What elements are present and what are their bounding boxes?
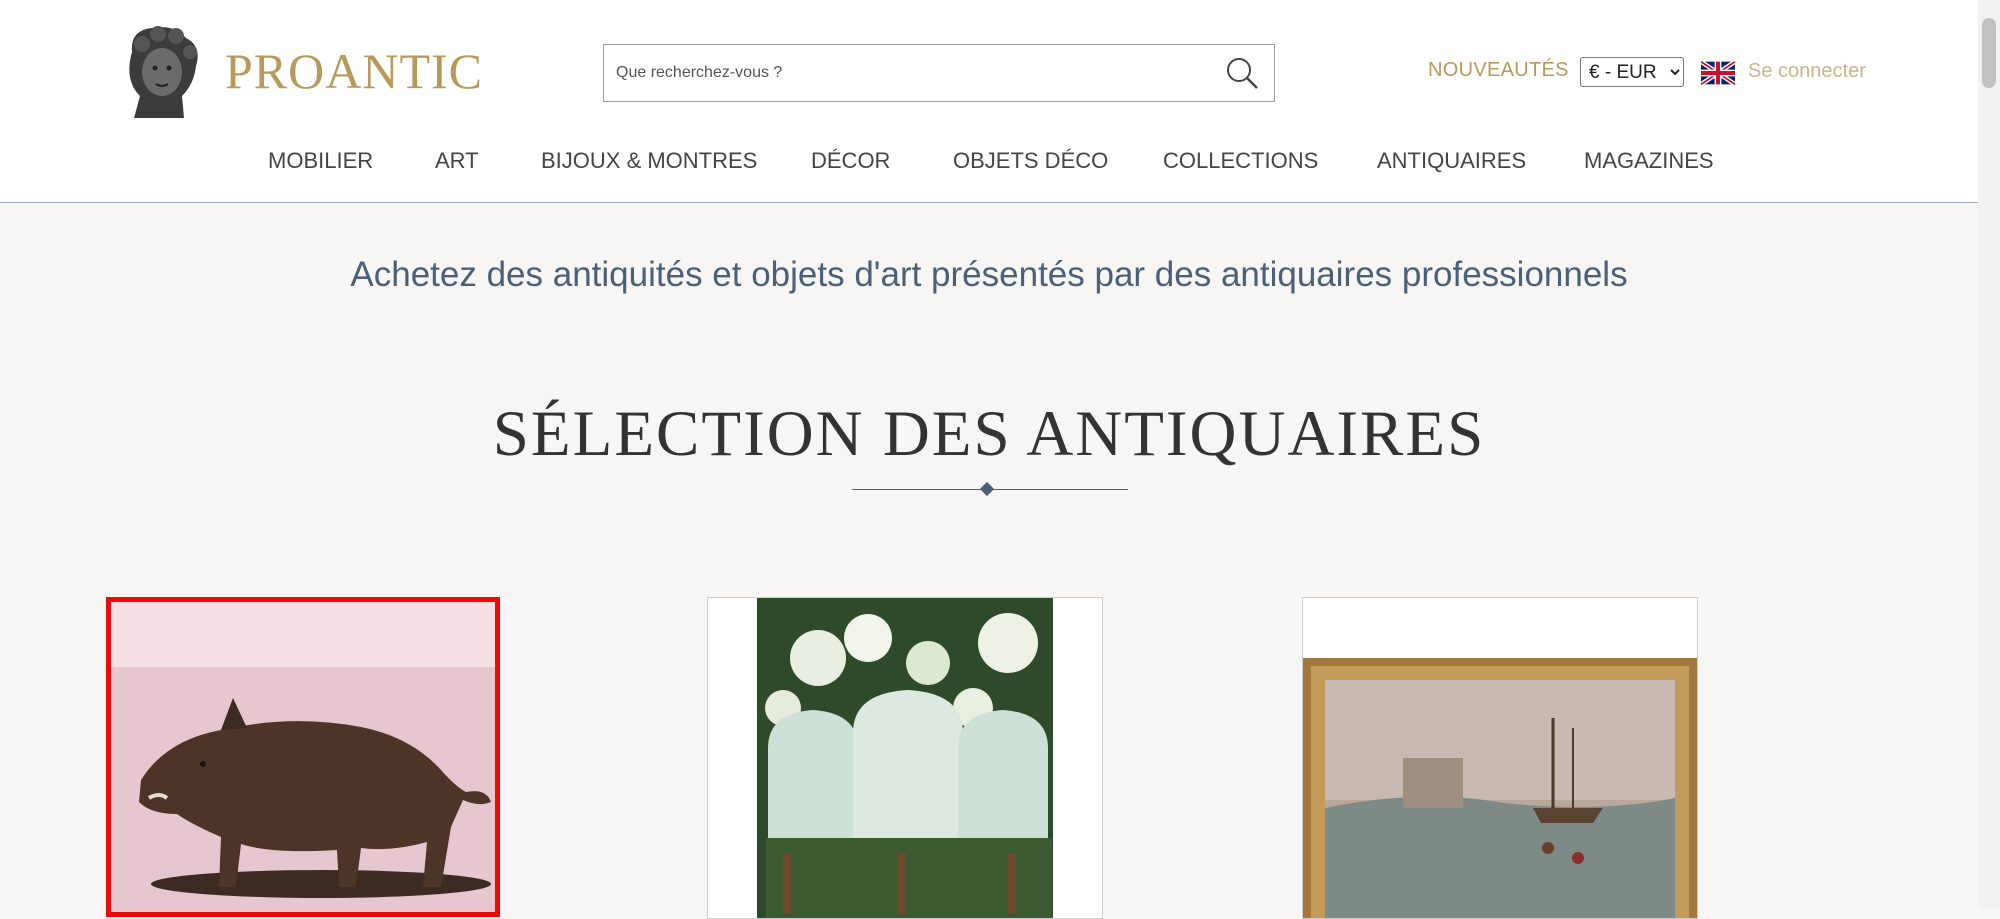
title-divider-ornament — [979, 481, 995, 497]
logo-bust-icon[interactable] — [112, 22, 208, 122]
harbour-painting-image[interactable] — [1303, 598, 1697, 918]
armchairs-image[interactable] — [708, 598, 1102, 918]
login-link[interactable]: Se connecter — [1748, 60, 1866, 83]
main-nav: MOBILIER ART BIJOUX & MONTRES DÉCOR OBJE… — [0, 148, 1978, 178]
boar-sculpture-image[interactable] — [111, 602, 500, 917]
nav-item-objets-deco[interactable]: OBJETS DÉCO — [953, 148, 1108, 174]
page-tagline: Achetez des antiquités et objets d'art p… — [350, 255, 1628, 294]
product-card-boar[interactable] — [106, 597, 500, 917]
currency-select[interactable]: € - EUR — [1580, 57, 1684, 87]
product-card-armchairs[interactable] — [707, 597, 1103, 919]
search-box — [603, 44, 1275, 102]
brand-name[interactable]: PROANTIC — [225, 42, 483, 100]
scrollbar-thumb[interactable] — [1982, 18, 1996, 88]
nav-item-antiquaires[interactable]: ANTIQUAIRES — [1377, 148, 1526, 174]
nav-item-magazines[interactable]: MAGAZINES — [1584, 148, 1714, 174]
nav-item-mobilier[interactable]: MOBILIER — [268, 148, 373, 174]
nav-item-bijoux-montres[interactable]: BIJOUX & MONTRES — [541, 148, 757, 174]
nav-item-decor[interactable]: DÉCOR — [811, 148, 890, 174]
section-title: SÉLECTION DES ANTIQUAIRES — [492, 398, 1486, 470]
search-input[interactable] — [616, 45, 1206, 101]
search-icon[interactable] — [1224, 55, 1260, 91]
site-header: PROANTIC NOUVEAUTÉS € - EUR Se connecter… — [0, 0, 1978, 203]
nav-item-art[interactable]: ART — [435, 148, 479, 174]
nav-item-collections[interactable]: COLLECTIONS — [1163, 148, 1318, 174]
nouveautes-link[interactable]: NOUVEAUTÉS — [1428, 59, 1569, 82]
page-scrollbar[interactable] — [1978, 0, 2000, 908]
uk-flag-icon[interactable] — [1701, 61, 1735, 85]
product-card-painting[interactable] — [1302, 597, 1698, 919]
